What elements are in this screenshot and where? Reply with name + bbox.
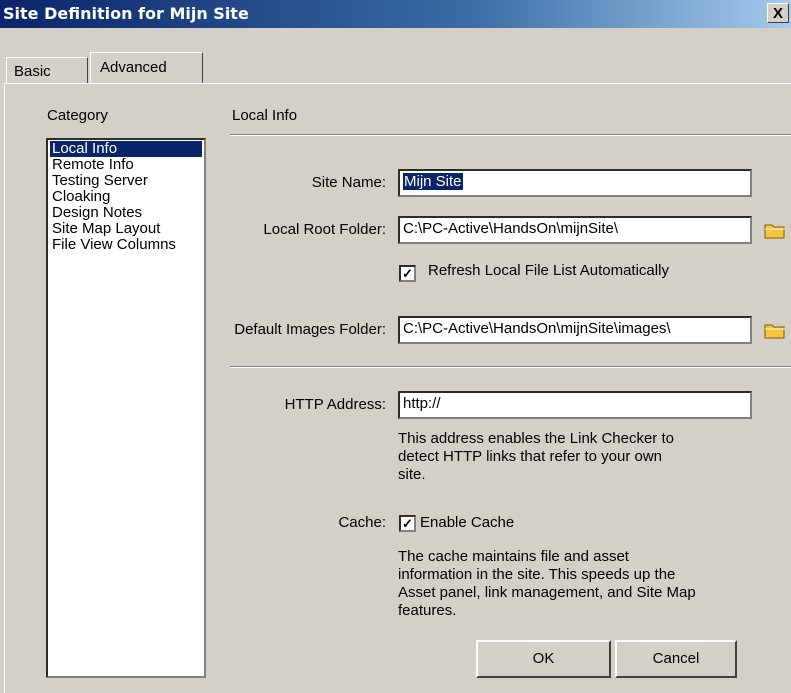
category-item-file-view-columns[interactable]: File View Columns bbox=[50, 237, 202, 253]
cache-label: Cache: bbox=[338, 514, 386, 531]
http-desc-line: This address enables the Link Checker to bbox=[398, 430, 674, 447]
images-folder-input[interactable]: C:\PC-Active\HandsOn\mijnSite\images\ bbox=[398, 316, 752, 344]
refresh-checkbox[interactable]: ✓ bbox=[399, 265, 416, 282]
http-desc-line: detect HTTP links that refer to your own bbox=[398, 448, 663, 465]
category-item-design-notes[interactable]: Design Notes bbox=[50, 205, 202, 221]
site-name-label: Site Name: bbox=[311, 174, 386, 191]
folder-icon[interactable] bbox=[764, 321, 786, 339]
refresh-label: Refresh Local File List Automatically bbox=[428, 262, 669, 279]
local-root-label: Local Root Folder: bbox=[263, 221, 386, 238]
http-description: This address enables the Link Checker to… bbox=[398, 430, 674, 484]
category-item-remote-info[interactable]: Remote Info bbox=[50, 157, 202, 173]
category-item-cloaking[interactable]: Cloaking bbox=[50, 189, 202, 205]
ok-button[interactable]: OK bbox=[476, 640, 611, 678]
cache-desc-line: Asset panel, link management, and Site M… bbox=[398, 584, 696, 601]
enable-cache-label: Enable Cache bbox=[420, 514, 515, 531]
category-item-site-map-layout[interactable]: Site Map Layout bbox=[50, 221, 202, 237]
folder-icon[interactable] bbox=[764, 221, 786, 239]
tab-advanced-label: Advanced bbox=[100, 59, 167, 76]
tab-basic-label: Basic bbox=[14, 63, 51, 80]
title-bar: Site Definition for Mijn Site X bbox=[0, 0, 791, 28]
local-root-input[interactable]: C:\PC-Active\HandsOn\mijnSite\ bbox=[398, 216, 752, 244]
tab-basic[interactable]: Basic bbox=[6, 57, 88, 83]
close-button[interactable]: X bbox=[767, 3, 789, 23]
category-label: Category bbox=[47, 107, 108, 124]
images-folder-label: Default Images Folder: bbox=[234, 321, 386, 338]
category-list[interactable]: Local Info Remote Info Testing Server Cl… bbox=[46, 138, 206, 678]
cache-desc-line: The cache maintains file and asset bbox=[398, 548, 629, 565]
category-item-testing-server[interactable]: Testing Server bbox=[50, 173, 202, 189]
http-address-input[interactable]: http:// bbox=[398, 391, 752, 419]
divider bbox=[230, 366, 791, 368]
cache-desc-line: information in the site. This speeds up … bbox=[398, 566, 676, 583]
site-name-input[interactable]: Mijn Site bbox=[398, 169, 752, 197]
site-name-value: Mijn Site bbox=[403, 173, 463, 190]
section-divider bbox=[230, 134, 791, 136]
http-desc-line: site. bbox=[398, 466, 426, 483]
section-title: Local Info bbox=[232, 107, 298, 124]
window-title: Site Definition for Mijn Site bbox=[3, 4, 249, 23]
cancel-button[interactable]: Cancel bbox=[615, 640, 737, 678]
cache-description: The cache maintains file and asset infor… bbox=[398, 548, 696, 620]
enable-cache-checkbox[interactable]: ✓ bbox=[399, 515, 416, 532]
category-item-local-info[interactable]: Local Info bbox=[50, 141, 202, 157]
cache-desc-line: features. bbox=[398, 602, 457, 619]
http-address-label: HTTP Address: bbox=[284, 396, 386, 413]
tab-advanced[interactable]: Advanced bbox=[90, 52, 203, 83]
